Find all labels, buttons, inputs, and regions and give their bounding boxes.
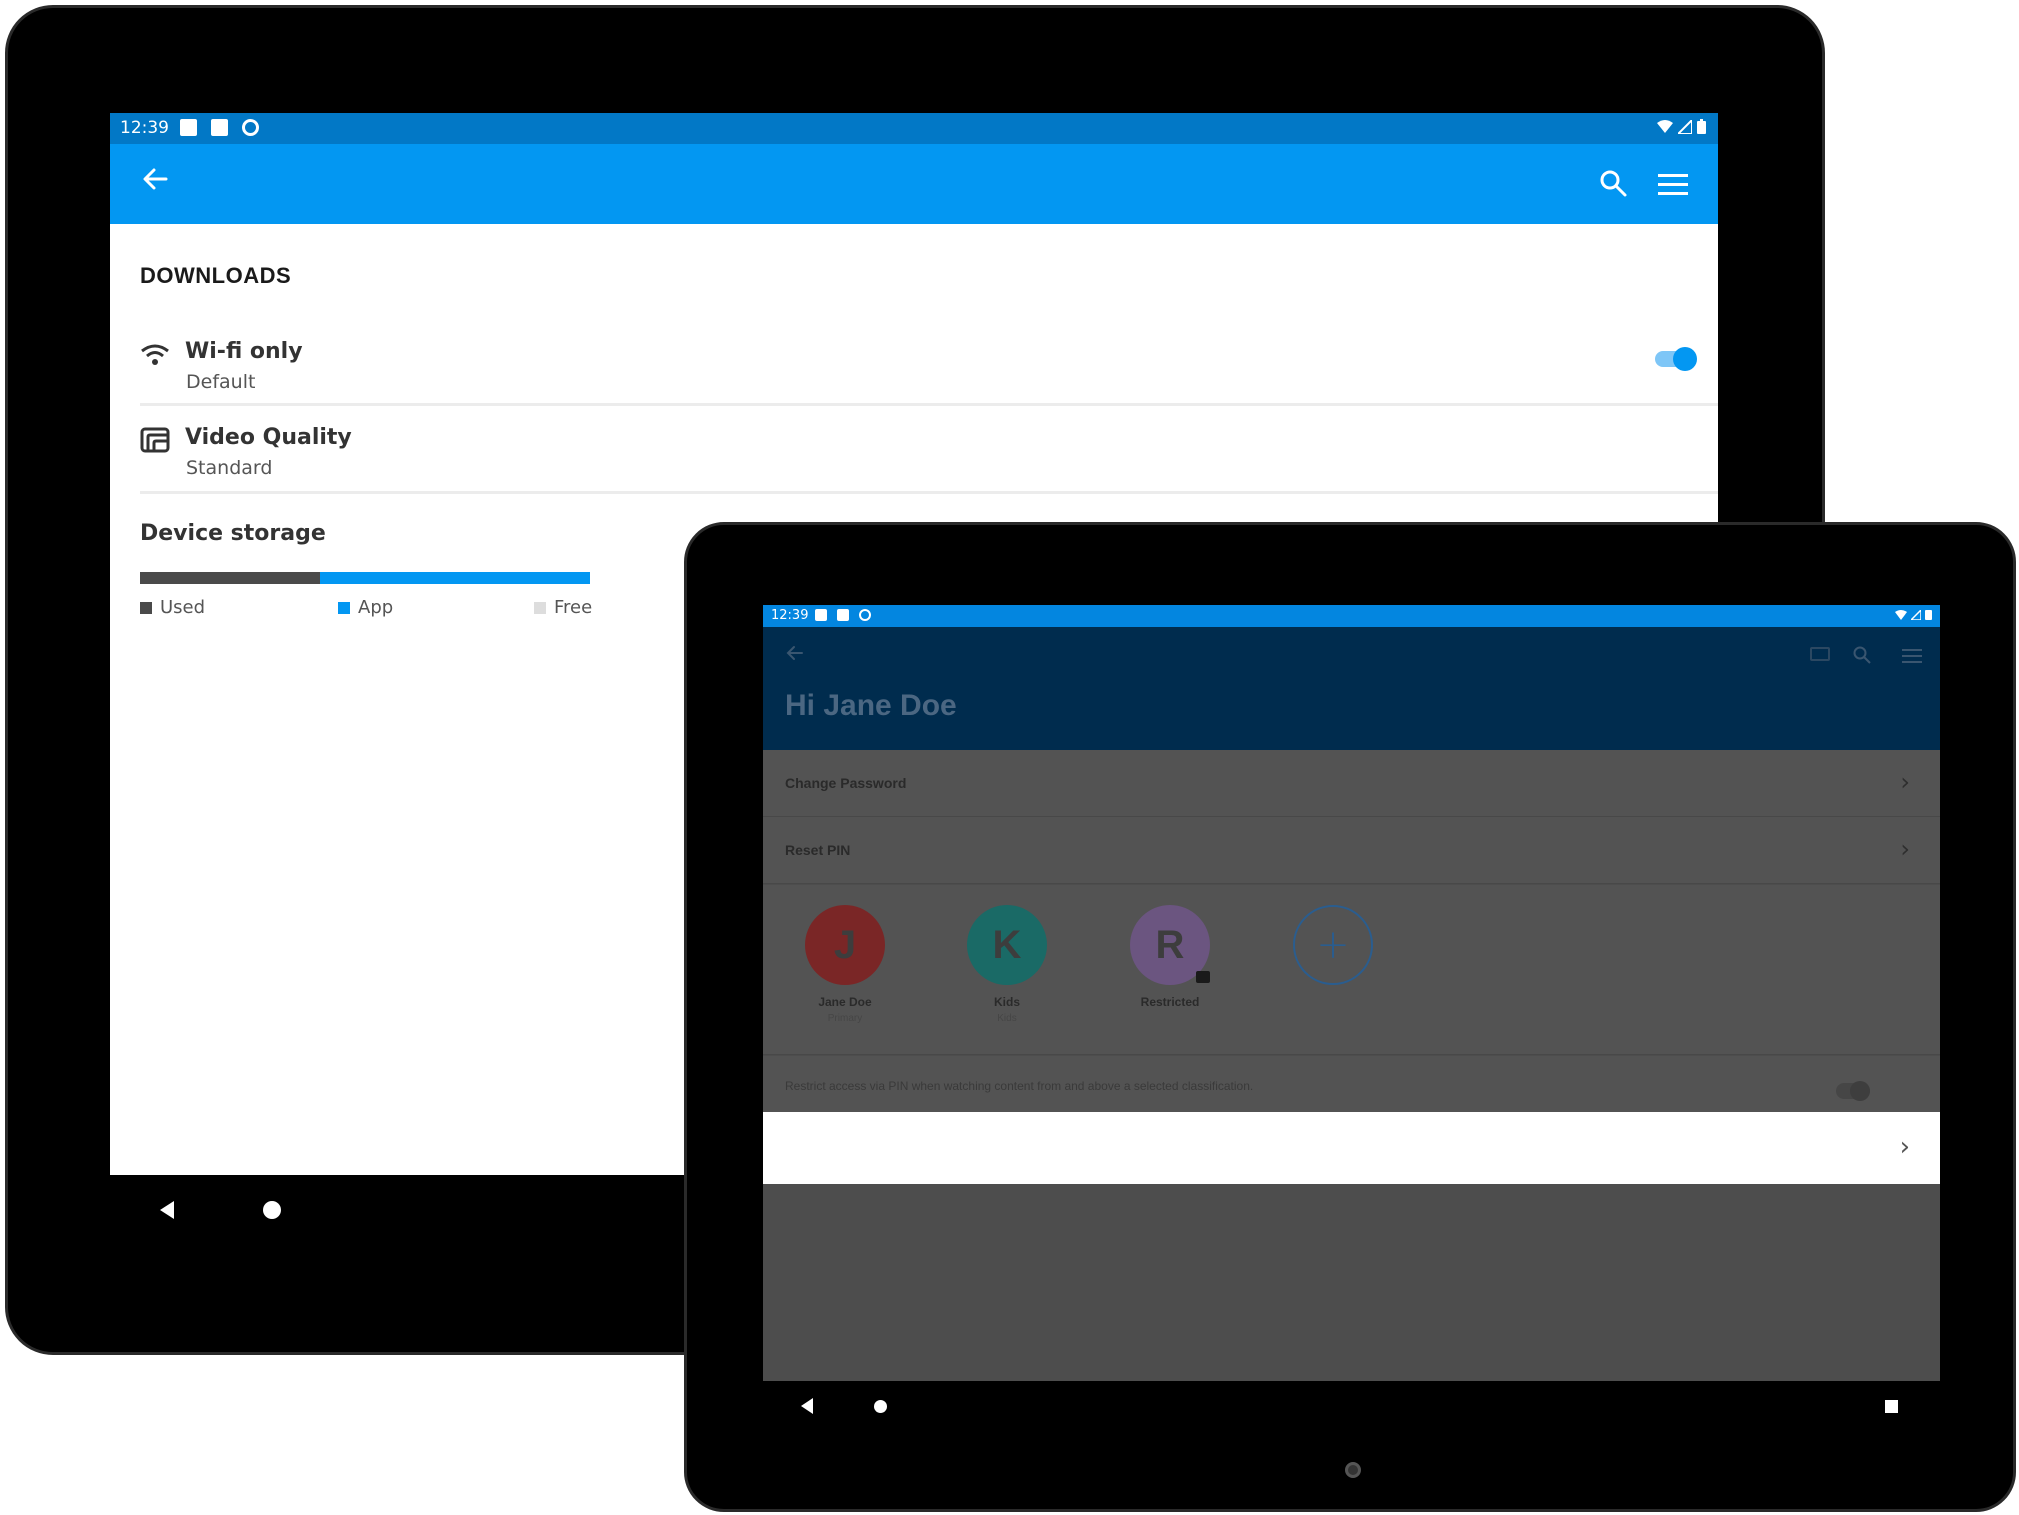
restrict-toggle[interactable] (1836, 1081, 1870, 1101)
divider (140, 491, 1718, 494)
avatar: K (967, 905, 1047, 985)
profile-name: Kids (993, 995, 1020, 1009)
front-camera (1345, 1462, 1361, 1478)
profile-jane-doe[interactable]: J Jane Doe Primary (805, 905, 885, 1024)
storage-bar (140, 572, 590, 584)
change-password-item[interactable]: Change Password › (763, 750, 1940, 817)
chevron-right-icon: › (1900, 768, 1910, 796)
wifi-subtitle: Default (186, 371, 256, 393)
cell-signal-icon (1911, 609, 1921, 620)
wifi-icon (141, 344, 169, 365)
cast-icon[interactable] (1810, 647, 1830, 661)
chevron-right-icon: › (1899, 1132, 1910, 1162)
divider (140, 403, 1718, 406)
status-time: 12:39 (120, 118, 169, 138)
sync-icon (859, 609, 871, 621)
back-arrow-icon[interactable] (785, 643, 805, 663)
video-quality-icon (140, 427, 170, 453)
status-bar: 12:39 (763, 605, 1940, 627)
greeting-title: Hi Jane Doe (785, 689, 957, 722)
nav-home-button[interactable] (874, 1400, 887, 1413)
front-tablet-screen: 12:39 Hi Jane Doe Change Password › Rese… (763, 605, 1940, 1381)
add-profile-button[interactable]: + (1293, 905, 1373, 985)
wifi-signal-icon (1657, 119, 1673, 133)
status-notification-icons (180, 119, 259, 136)
legend-free: Free (534, 597, 592, 618)
sd-card-icon (837, 609, 849, 621)
status-system-icons (1895, 609, 1932, 620)
video-quality-subtitle: Standard (186, 457, 273, 479)
back-nav-bar (110, 1175, 710, 1245)
status-time: 12:39 (771, 608, 809, 623)
sd-card-icon (211, 119, 228, 136)
reset-pin-label: Reset PIN (785, 842, 851, 858)
add-profile-icon: + (1293, 905, 1373, 985)
video-quality-title: Video Quality (185, 425, 352, 450)
status-system-icons (1657, 119, 1706, 134)
reset-pin-item[interactable]: Reset PIN › (763, 817, 1940, 884)
highlighted-row[interactable]: › (763, 1112, 1940, 1184)
restrict-access-row: Restrict access via PIN when watching co… (763, 1056, 1940, 1116)
section-title: DOWNLOADS (140, 263, 292, 288)
notification-a-icon (815, 609, 827, 621)
front-nav-bar (763, 1381, 1940, 1433)
wifi-title: Wi-fi only (185, 339, 303, 364)
nav-back-button[interactable] (160, 1201, 174, 1219)
avatar-initial: R (1155, 922, 1185, 967)
legend-app: App (338, 597, 393, 618)
avatar: J (805, 905, 885, 985)
profile-type: Primary (827, 1013, 863, 1024)
profile-header: Hi Jane Doe (763, 627, 1940, 750)
profiles-row: J Jane Doe Primary K Kids Kids R Restric… (763, 885, 1940, 1055)
menu-icon[interactable] (1902, 649, 1922, 667)
battery-icon (1925, 610, 1932, 620)
battery-icon (1697, 119, 1706, 134)
app-bar (110, 144, 1718, 224)
status-notification-icons (815, 609, 871, 621)
video-quality-row[interactable]: Video Quality Standard (110, 409, 1718, 494)
storage-app-segment (320, 572, 590, 584)
storage-used-segment (140, 572, 320, 584)
wifi-signal-icon (1895, 609, 1907, 620)
profile-name: Jane Doe (818, 995, 872, 1009)
lock-icon (1196, 971, 1210, 983)
back-arrow-icon[interactable] (140, 164, 170, 194)
sync-icon (242, 119, 259, 136)
menu-icon[interactable] (1658, 174, 1688, 201)
status-bar: 12:39 (110, 113, 1718, 144)
nav-recents-button[interactable] (1885, 1400, 1898, 1413)
nav-home-button[interactable] (263, 1201, 281, 1219)
chevron-right-icon: › (1900, 835, 1910, 863)
search-icon[interactable] (1852, 645, 1872, 665)
search-icon[interactable] (1598, 168, 1628, 198)
device-storage-title: Device storage (140, 521, 326, 546)
profile-name: Restricted (1140, 995, 1200, 1009)
restrict-access-text: Restrict access via PIN when watching co… (785, 1079, 1254, 1093)
nav-back-button[interactable] (801, 1398, 813, 1414)
profile-kids[interactable]: K Kids Kids (967, 905, 1047, 1024)
cell-signal-icon (1678, 119, 1692, 134)
change-password-label: Change Password (785, 775, 907, 791)
wifi-only-row[interactable]: Wi-fi only Default (110, 323, 1718, 413)
avatar: R (1130, 905, 1210, 985)
legend-used: Used (140, 597, 205, 618)
profile-restricted[interactable]: R Restricted (1130, 905, 1210, 1009)
wifi-toggle[interactable] (1655, 345, 1699, 373)
profile-type: Kids (997, 1013, 1017, 1024)
notification-a-icon (180, 119, 197, 136)
